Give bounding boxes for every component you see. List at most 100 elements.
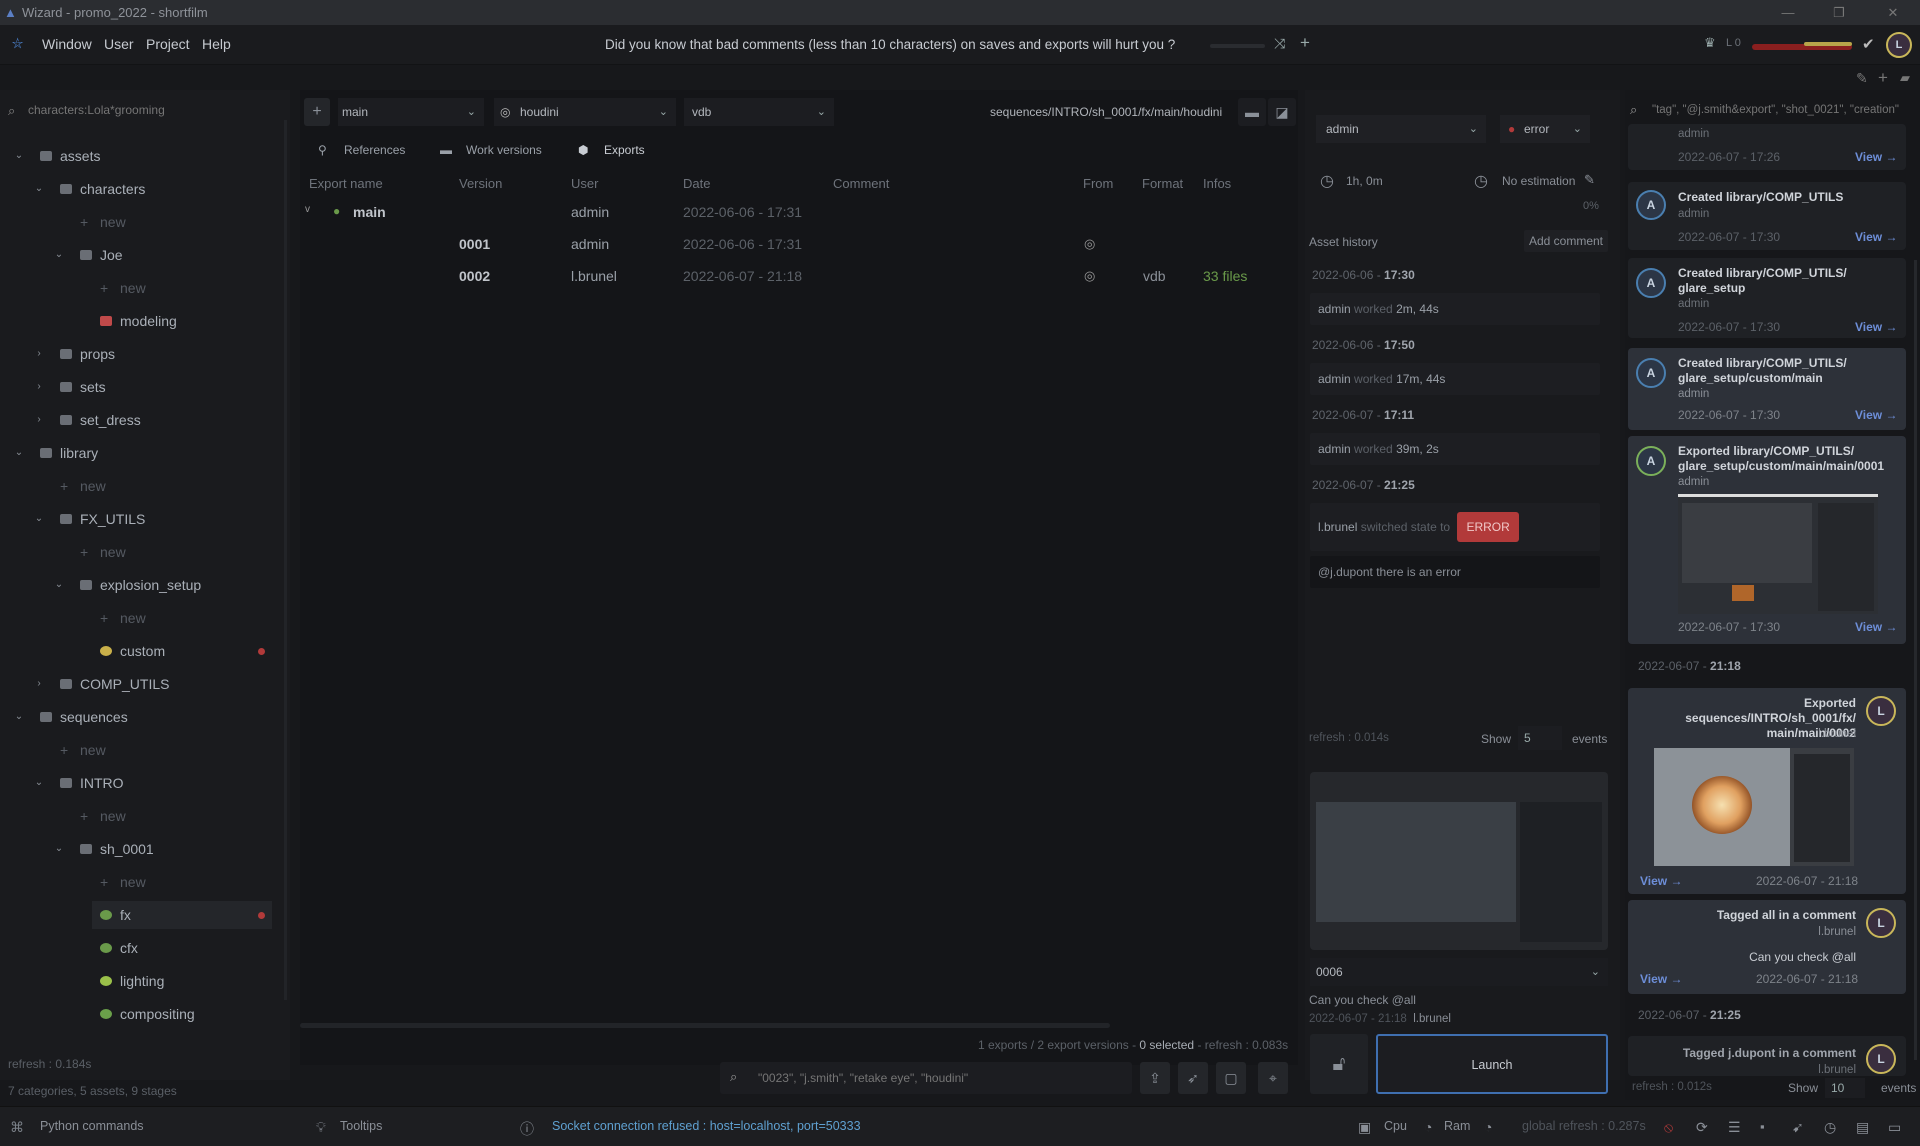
tree-new-item[interactable]: + new [0,274,280,302]
launch-button[interactable]: Launch [1376,1034,1608,1094]
feed-search-input[interactable] [1652,98,1914,122]
unlock-button[interactable]: 🔓︎ [1310,1034,1368,1094]
version-preview-image[interactable] [1310,772,1608,950]
tree-item-sh_0001[interactable]: ⌄ sh_0001 [0,835,280,863]
tree-scrollbar[interactable] [284,120,287,1000]
crosshair-icon[interactable]: ⌖ [1258,1062,1288,1094]
new-icon[interactable]: + [1878,68,1888,88]
view-link[interactable]: View → [1855,408,1897,422]
close-icon[interactable]: ✕ [1880,0,1906,25]
lock-icon[interactable]: ▪ [1760,1119,1765,1134]
tab-exports[interactable]: ⬢ Exports [576,136,656,164]
software-combo[interactable]: ◎ houdini ⌄ [494,98,676,126]
tree-new-item[interactable]: + new [0,736,280,764]
chevron-down-icon[interactable]: ⌄ [12,703,26,731]
view-link[interactable]: View → [1855,230,1897,244]
tree-item-set_dress[interactable]: › set_dress [0,406,280,434]
chevron-down-icon[interactable]: ⌄ [32,769,46,797]
col-export-name[interactable]: Export name [309,176,383,191]
tree-item-library[interactable]: ⌄ library [0,439,280,467]
view-link[interactable]: View → [1640,874,1682,888]
chevron-down-icon[interactable]: ⌄ [32,175,46,203]
image-icon[interactable]: ▤ [1856,1119,1869,1136]
folder-icon[interactable]: ▰ [1900,70,1910,86]
python-commands[interactable]: Python commands [40,1119,144,1133]
tree-new-item[interactable]: + new [0,802,280,830]
chat-icon[interactable]: ▭ [1888,1119,1901,1136]
add-export-button[interactable]: + [304,98,330,126]
edit-icon[interactable]: ✎ [1856,70,1868,87]
minimize-icon[interactable]: — [1775,0,1801,25]
refresh-icon[interactable]: ⟳ [1696,1119,1708,1136]
view-link[interactable]: View → [1640,972,1682,986]
horizontal-scrollbar[interactable] [300,1023,1110,1028]
stats-button[interactable]: ◪ [1268,98,1296,126]
tree-item-joe[interactable]: ⌄ Joe [0,241,280,269]
chevron-right-icon[interactable]: › [32,406,46,434]
tree-new-item[interactable]: + new [0,604,280,632]
format-combo[interactable]: vdb ⌄ [684,98,834,126]
timer-icon[interactable]: ◷ [1824,1119,1836,1136]
tree-new-item[interactable]: + new [0,472,280,500]
wifi-off-icon[interactable]: ⦸ [1664,1119,1673,1136]
assignee-combo[interactable]: admin ⌄ [1316,115,1486,143]
tree-search-input[interactable] [28,98,278,122]
menu-window[interactable]: Window [42,36,92,52]
tree-item-sets[interactable]: › sets [0,373,280,401]
col-date[interactable]: Date [683,176,710,191]
tree-item-cfx[interactable]: cfx [0,934,280,962]
chevron-down-icon[interactable]: ⌄ [12,439,26,467]
tree-item-explosion_setup[interactable]: ⌄ explosion_setup [0,571,280,599]
menu-project[interactable]: Project [146,36,190,52]
tree-item-compositing[interactable]: compositing [0,1000,280,1028]
upload-icon[interactable]: ⇪ [1140,1062,1170,1094]
tree-item-fx_utils[interactable]: ⌄ FX_UTILS [0,505,280,533]
tree-item-assets[interactable]: ⌄ assets [0,142,280,170]
table-row[interactable]: 0001 admin 2022-06-06 - 17:31 ◎ [300,230,1298,258]
col-user[interactable]: User [571,176,598,191]
tree-item-sequences[interactable]: ⌄ sequences [0,703,280,731]
tab-work-versions[interactable]: ▬ Work versions [438,136,558,164]
col-version[interactable]: Version [459,176,502,191]
menu-help[interactable]: Help [202,36,231,52]
chevron-down-icon[interactable]: ⌄ [32,505,46,533]
feed-scrollbar[interactable] [1914,260,1917,1060]
view-link[interactable]: View → [1855,150,1897,164]
chevron-right-icon[interactable]: › [32,373,46,401]
export-name-combo[interactable]: main ⌄ [338,98,484,126]
explosion-thumbnail[interactable] [1654,748,1854,866]
frame-icon[interactable]: ▢ [1216,1062,1246,1094]
view-link[interactable]: View → [1855,320,1897,334]
export-group-row[interactable]: v ● main admin 2022-06-06 - 17:31 [300,198,1298,226]
tree-item-characters[interactable]: ⌄ characters [0,175,280,203]
tree-new-item[interactable]: + new [0,868,280,896]
pencil-icon[interactable]: ✎ [1584,172,1595,188]
tree-item-comp_utils[interactable]: › COMP_UTILS [0,670,280,698]
col-comment[interactable]: Comment [833,176,889,191]
col-format[interactable]: Format [1142,176,1183,191]
chevron-down-icon[interactable]: ⌄ [52,571,66,599]
feed-show-input[interactable] [1825,1078,1865,1098]
tree-item-modeling[interactable]: modeling [0,307,280,335]
maximize-icon[interactable]: ❐ [1826,0,1852,25]
add-comment-button[interactable]: Add comment [1524,230,1608,252]
tree-item-custom[interactable]: custom [0,637,280,665]
tree-item-lighting[interactable]: lighting [0,967,280,995]
sliders-icon[interactable]: ☰ [1728,1119,1741,1136]
chevron-right-icon[interactable]: › [32,670,46,698]
tree-item-props[interactable]: › props [0,340,280,368]
chevron-down-icon[interactable]: ⌄ [52,241,66,269]
rocket-icon[interactable]: ➶ [1178,1062,1208,1094]
col-infos[interactable]: Infos [1203,176,1231,191]
tooltips-toggle[interactable]: Tooltips [340,1119,382,1133]
run-icon[interactable]: ➹ [1792,1119,1804,1136]
col-from[interactable]: From [1083,176,1113,191]
table-row[interactable]: 0002 l.brunel 2022-06-07 - 21:18 ◎ vdb 3… [300,262,1298,290]
show-events-input[interactable] [1518,726,1562,750]
export-thumbnail[interactable] [1678,494,1878,614]
open-folder-button[interactable]: ▬ [1238,98,1266,126]
chevron-down-icon[interactable]: ⌄ [52,835,66,863]
exports-search-input[interactable] [758,1066,1118,1090]
tree-item-intro[interactable]: ⌄ INTRO [0,769,280,797]
chevron-right-icon[interactable]: › [32,340,46,368]
